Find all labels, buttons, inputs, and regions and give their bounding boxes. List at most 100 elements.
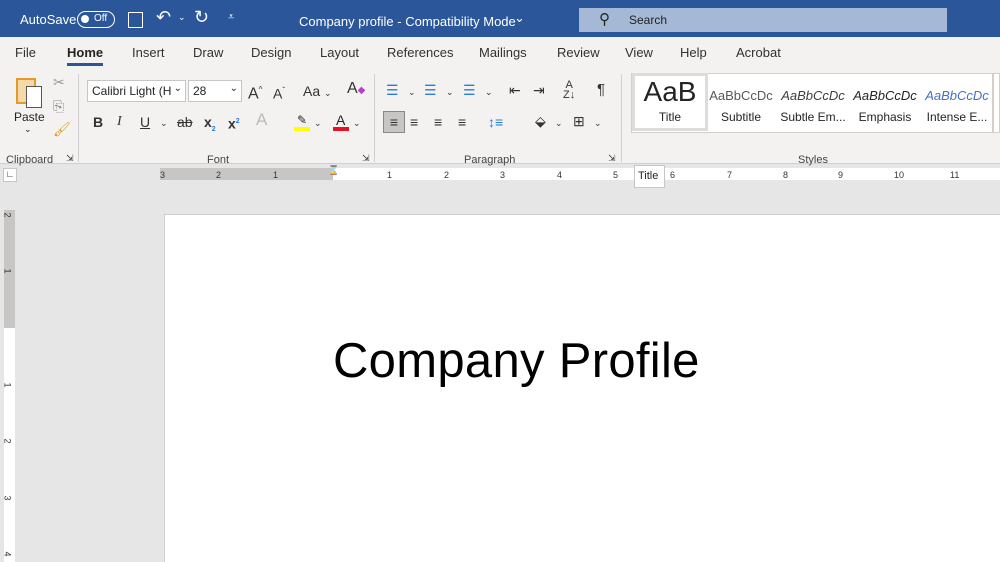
copy-icon[interactable]: ⎘ (53, 98, 64, 114)
dialog-launcher-icon[interactable]: ⇲ (362, 150, 370, 166)
format-painter-icon[interactable]: 🖌 (53, 121, 71, 137)
dialog-launcher-icon[interactable]: ⇲ (608, 150, 616, 166)
grow-font-icon[interactable]: A^ (248, 82, 262, 102)
line-spacing-icon[interactable]: ↕≡ (488, 114, 503, 130)
ruler-number: 7 (727, 170, 733, 180)
borders-dropdown-icon[interactable]: ⌄ (594, 115, 602, 131)
underline-dropdown-icon[interactable]: ⌄ (160, 115, 168, 131)
group-label-paragraph: Paragraph (464, 154, 516, 166)
indent-marker[interactable]: ⌛ (328, 166, 339, 175)
horizontal-ruler[interactable] (160, 168, 1000, 180)
justify-button[interactable]: ≡ (458, 114, 466, 130)
autosave-toggle[interactable]: Off (77, 11, 115, 28)
style-subtle-emphasis[interactable]: AaBbCcDc Subtle Em... (778, 82, 848, 134)
bullets-dropdown-icon[interactable]: ⌄ (408, 84, 416, 100)
tab-design[interactable]: Design (251, 45, 291, 60)
undo-icon[interactable]: ↶ (156, 7, 171, 28)
tab-selector[interactable]: ∟ (3, 168, 17, 182)
shading-icon[interactable]: ⬙ (535, 113, 546, 129)
save-icon[interactable] (128, 12, 143, 28)
ruler-number: 1 (2, 382, 13, 388)
highlight-dropdown-icon[interactable]: ⌄ (314, 115, 322, 131)
align-left-button[interactable]: ≡ (383, 111, 405, 133)
shrink-font-icon[interactable]: Aˇ (273, 83, 285, 102)
undo-dropdown-icon[interactable]: ⌄ (178, 12, 186, 23)
ruler-number: 11 (950, 170, 960, 180)
multilevel-dropdown-icon[interactable]: ⌄ (485, 84, 493, 100)
tab-references[interactable]: References (387, 45, 453, 60)
cut-icon[interactable]: ✂ (53, 74, 65, 90)
font-color-dropdown-icon[interactable]: ⌄ (353, 115, 361, 131)
font-color-button[interactable]: A (333, 112, 349, 131)
style-intense-emphasis[interactable]: AaBbCcDc Intense E... (922, 82, 992, 134)
tab-mailings[interactable]: Mailings (479, 45, 527, 60)
numbering-dropdown-icon[interactable]: ⌄ (446, 84, 454, 100)
document-title[interactable]: Company profile - Compatibility Mode (299, 14, 516, 29)
autosave-label: AutoSave (20, 12, 77, 27)
ruler-number: 2 (2, 438, 13, 444)
ruler-number: 1 (387, 170, 393, 180)
paste-label: Paste (14, 110, 45, 124)
ruler-number: 1 (2, 268, 13, 274)
tab-help[interactable]: Help (680, 45, 707, 60)
ruler-number: 9 (838, 170, 844, 180)
styles-gallery: AaB Title AaBbCcDc Subtitle AaBbCcDc Subtle… (631, 73, 993, 133)
borders-icon[interactable]: ⊞ (573, 113, 585, 129)
tab-draw[interactable]: Draw (193, 45, 223, 60)
align-right-button[interactable]: ≡ (434, 114, 442, 130)
shading-dropdown-icon[interactable]: ⌄ (555, 115, 563, 131)
title-bar: AutoSave Off ↶ ⌄ ↻ ⩡ Company profile - C… (0, 0, 1000, 37)
pilcrow-icon[interactable]: ¶ (597, 82, 605, 98)
highlight-color-button[interactable]: ✎ (294, 113, 310, 131)
tab-layout[interactable]: Layout (320, 45, 359, 60)
subscript-button[interactable]: x2 (204, 114, 216, 138)
font-name-select[interactable]: Calibri Light (H ⌄ (87, 80, 186, 102)
clear-formatting-icon[interactable]: A◆ (347, 81, 365, 99)
search-input[interactable]: ⚲ Search (579, 8, 947, 32)
bold-button[interactable]: B (93, 114, 103, 130)
increase-indent-icon[interactable]: ⇥ (533, 82, 545, 98)
numbering-icon[interactable]: ☰ (424, 82, 437, 98)
document-title-text[interactable]: Company Profile (333, 333, 700, 389)
style-emphasis[interactable]: AaBbCcDc Emphasis (850, 82, 920, 134)
ruler-number: 1 (273, 170, 279, 180)
style-subtitle[interactable]: AaBbCcDc Subtitle (706, 82, 776, 134)
ruler-number: 3 (500, 170, 506, 180)
group-label-styles: Styles (798, 154, 828, 166)
dialog-launcher-icon[interactable]: ⇲ (66, 150, 74, 166)
tab-view[interactable]: View (625, 45, 653, 60)
ruler-number: 3 (160, 170, 166, 180)
styles-scrollbar[interactable] (993, 73, 1000, 133)
search-icon: ⚲ (599, 11, 610, 28)
text-effects-icon[interactable]: A (256, 111, 267, 128)
italic-button[interactable]: I (117, 114, 122, 130)
change-case-button[interactable]: Aa ⌄ (303, 83, 332, 101)
group-label-clipboard: Clipboard (6, 154, 54, 166)
multilevel-list-icon[interactable]: ☰ (463, 82, 476, 98)
strikethrough-button[interactable]: ab (177, 114, 193, 130)
chevron-down-icon[interactable]: ⌄ (514, 10, 525, 26)
align-center-button[interactable]: ≡ (410, 114, 418, 130)
font-size-select[interactable]: 28 ⌄ (188, 80, 242, 102)
style-title[interactable]: AaB Title (632, 73, 708, 131)
bullets-icon[interactable]: ☰ (386, 82, 399, 98)
ruler-number: 2 (216, 170, 222, 180)
redo-icon[interactable]: ↻ (194, 7, 209, 28)
tooltip: Title (634, 165, 665, 188)
paste-button[interactable]: Paste ⌄ (12, 74, 46, 134)
tab-home[interactable]: Home (67, 45, 104, 66)
ruler-number: 5 (613, 170, 619, 180)
autosave-state: Off (94, 13, 108, 24)
sort-icon[interactable]: A Z↓ (563, 80, 575, 101)
customize-toolbar-icon[interactable]: ⩡ (228, 11, 234, 24)
underline-button[interactable]: U (140, 114, 150, 130)
tab-insert[interactable]: Insert (132, 45, 165, 60)
tab-review[interactable]: Review (557, 45, 600, 60)
decrease-indent-icon[interactable]: ⇤ (509, 82, 521, 98)
ribbon-tabs: File Home Insert Draw Design Layout Refe… (0, 37, 1000, 68)
superscript-button[interactable]: x2 (228, 114, 240, 132)
tab-acrobat[interactable]: Acrobat (736, 45, 781, 60)
tab-file[interactable]: File (15, 45, 36, 60)
search-placeholder: Search (629, 13, 668, 27)
document-page[interactable]: Company Profile (164, 214, 1000, 562)
